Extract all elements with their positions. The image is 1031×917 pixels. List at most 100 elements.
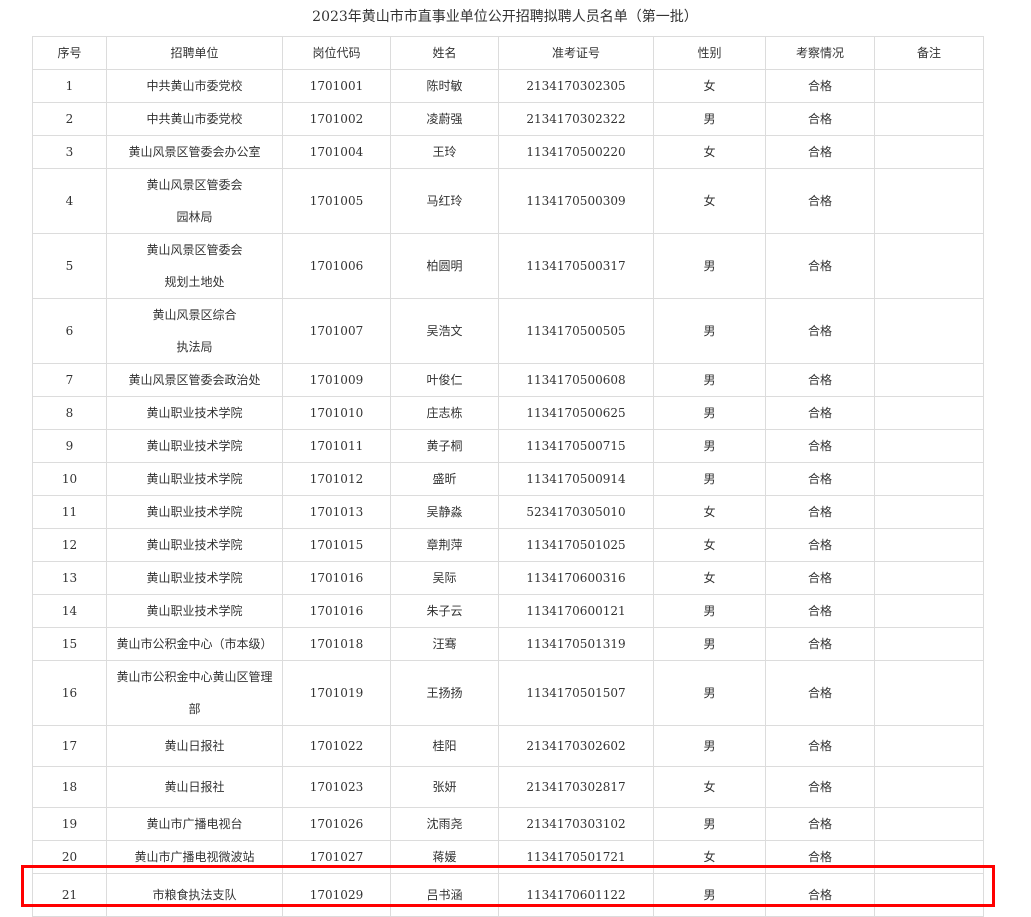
- gender-cell: 男: [653, 429, 766, 463]
- table-row: 4 黄山风景区管委会 园林局 1701005 马红玲 1134170500309 女合格: [32, 168, 984, 234]
- gender-cell: 女: [653, 561, 766, 595]
- gender-cell: 男: [653, 725, 766, 767]
- position-code-cell: 1701015: [282, 528, 391, 562]
- col-header-code: 岗位代码: [282, 36, 391, 70]
- unit-line: 部: [188, 702, 201, 716]
- exam-ticket-number-cell: 1134170500317: [498, 233, 654, 299]
- candidate-name-cell: 陈时敏: [390, 69, 499, 103]
- table-row: 6 黄山风景区综合 执法局 1701007 吴浩文 1134170500505 男合格: [32, 298, 984, 364]
- exam-ticket-number-cell: 1134170500608: [498, 363, 654, 397]
- unit-line: 执法局: [176, 340, 213, 354]
- gender-cell: 女: [653, 69, 766, 103]
- exam-ticket-number-cell: 1134170500715: [498, 429, 654, 463]
- row-number-cell: 7: [32, 363, 107, 397]
- unit-line: 黄山职业技术学院: [146, 406, 243, 420]
- inspection-status-cell: 合格: [765, 233, 875, 299]
- unit-line: 黄山职业技术学院: [146, 604, 243, 618]
- col-header-name: 姓名: [390, 36, 499, 70]
- gender-cell: 男: [653, 807, 766, 841]
- highlight-box: [21, 865, 995, 907]
- candidate-name-cell: 凌蔚强: [390, 102, 499, 136]
- table-row: 1 中共黄山市委党校 1701001 陈时敏 2134170302305 女合格: [32, 69, 984, 103]
- position-code-cell: 1701013: [282, 495, 391, 529]
- roster-table: 序号 招聘单位 岗位代码 姓名 准考证号 性别 考察情况 备注 1 中共黄山市委党…: [32, 36, 984, 917]
- table-row: 19 黄山市广播电视台 1701026 沈雨尧 2134170303102 男合格: [32, 807, 984, 841]
- page-title: 2023年黄山市市直事业单位公开招聘拟聘人员名单（第一批）: [312, 9, 698, 25]
- table-row: 16 黄山市公积金中心黄山区管理部 1701019 王扬扬 1134170501507 男…: [32, 660, 984, 726]
- table-row: 14 黄山职业技术学院 1701016 朱子云 1134170600121 男合格: [32, 594, 984, 628]
- candidate-name-cell: 汪骞: [390, 627, 499, 661]
- inspection-status-cell: 合格: [765, 396, 875, 430]
- candidate-name-cell: 黄子桐: [390, 429, 499, 463]
- inspection-status-cell: 合格: [765, 363, 875, 397]
- row-number-cell: 10: [32, 462, 107, 496]
- exam-ticket-number-cell: 5234170305010: [498, 495, 654, 529]
- table-row: 17 黄山日报社 1701022 桂阳 2134170302602 男合格: [32, 725, 984, 767]
- position-code-cell: 1701011: [282, 429, 391, 463]
- exam-ticket-number-cell: 2134170303102: [498, 807, 654, 841]
- remarks-cell: [874, 561, 984, 595]
- inspection-status-cell: 合格: [765, 561, 875, 595]
- unit-line: 黄山职业技术学院: [146, 439, 243, 453]
- gender-cell: 女: [653, 168, 766, 234]
- row-number-cell: 2: [32, 102, 107, 136]
- inspection-status-cell: 合格: [765, 766, 875, 808]
- recruiting-unit-cell: 黄山职业技术学院: [106, 396, 283, 430]
- col-header-gender: 性别: [653, 36, 766, 70]
- gender-cell: 女: [653, 528, 766, 562]
- position-code-cell: 1701026: [282, 807, 391, 841]
- remarks-cell: [874, 298, 984, 364]
- recruiting-unit-cell: 黄山风景区管委会 规划土地处: [106, 233, 283, 299]
- position-code-cell: 1701007: [282, 298, 391, 364]
- unit-line: 黄山日报社: [164, 739, 225, 753]
- remarks-cell: [874, 396, 984, 430]
- row-number-cell: 18: [32, 766, 107, 808]
- recruiting-unit-cell: 中共黄山市委党校: [106, 102, 283, 136]
- inspection-status-cell: 合格: [765, 627, 875, 661]
- exam-ticket-number-cell: 1134170500505: [498, 298, 654, 364]
- remarks-cell: [874, 462, 984, 496]
- candidate-name-cell: 桂阳: [390, 725, 499, 767]
- row-number-cell: 1: [32, 69, 107, 103]
- col-header-ticket: 准考证号: [498, 36, 654, 70]
- candidate-name-cell: 吴际: [390, 561, 499, 595]
- unit-line: 黄山职业技术学院: [146, 505, 243, 519]
- unit-line: 中共黄山市委党校: [146, 79, 243, 93]
- remarks-cell: [874, 725, 984, 767]
- position-code-cell: 1701009: [282, 363, 391, 397]
- col-header-note: 备注: [874, 36, 984, 70]
- remarks-cell: [874, 363, 984, 397]
- candidate-name-cell: 庄志栋: [390, 396, 499, 430]
- inspection-status-cell: 合格: [765, 807, 875, 841]
- recruiting-unit-cell: 黄山风景区管委会 园林局: [106, 168, 283, 234]
- remarks-cell: [874, 528, 984, 562]
- inspection-status-cell: 合格: [765, 298, 875, 364]
- recruiting-unit-cell: 黄山职业技术学院: [106, 528, 283, 562]
- remarks-cell: [874, 429, 984, 463]
- inspection-status-cell: 合格: [765, 102, 875, 136]
- recruiting-unit-cell: 黄山市广播电视台: [106, 807, 283, 841]
- exam-ticket-number-cell: 2134170302305: [498, 69, 654, 103]
- recruiting-unit-cell: 黄山日报社: [106, 766, 283, 808]
- recruiting-unit-cell: 黄山风景区综合 执法局: [106, 298, 283, 364]
- unit-line: 黄山市公积金中心（市本级）: [116, 637, 273, 651]
- recruiting-unit-cell: 黄山职业技术学院: [106, 594, 283, 628]
- remarks-cell: [874, 660, 984, 726]
- position-code-cell: 1701010: [282, 396, 391, 430]
- exam-ticket-number-cell: 1134170500914: [498, 462, 654, 496]
- col-header-unit: 招聘单位: [106, 36, 283, 70]
- unit-line: 黄山风景区管委会: [146, 178, 243, 192]
- unit-line: 黄山风景区综合: [152, 308, 237, 322]
- row-number-cell: 13: [32, 561, 107, 595]
- gender-cell: 男: [653, 594, 766, 628]
- table-row: 8 黄山职业技术学院 1701010 庄志栋 1134170500625 男合格: [32, 396, 984, 430]
- unit-line: 黄山风景区管委会: [146, 243, 243, 257]
- exam-ticket-number-cell: 2134170302817: [498, 766, 654, 808]
- position-code-cell: 1701012: [282, 462, 391, 496]
- candidate-name-cell: 叶俊仁: [390, 363, 499, 397]
- recruiting-unit-cell: 中共黄山市委党校: [106, 69, 283, 103]
- recruiting-unit-cell: 黄山市公积金中心黄山区管理部: [106, 660, 283, 726]
- gender-cell: 女: [653, 766, 766, 808]
- exam-ticket-number-cell: 1134170500309: [498, 168, 654, 234]
- col-header-no: 序号: [32, 36, 107, 70]
